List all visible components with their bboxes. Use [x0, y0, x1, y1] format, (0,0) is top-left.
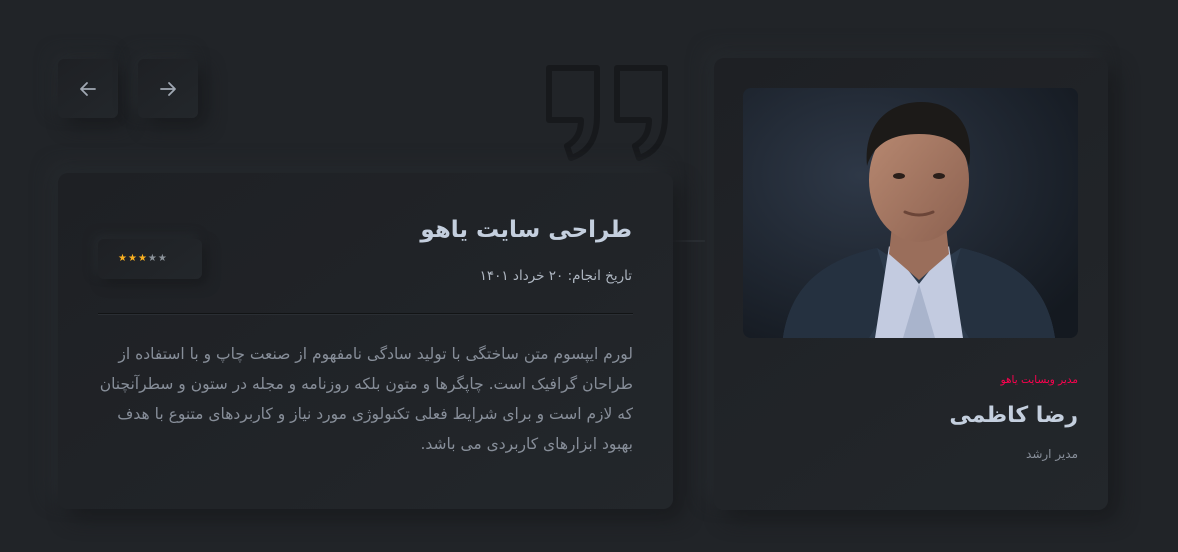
company-label: مدیر وبسایت یاهو [1000, 374, 1078, 386]
star-rating: ★ ★ ★ ★ ★ [98, 239, 202, 279]
star-icon: ★ [157, 253, 167, 264]
quote-icon [546, 65, 668, 161]
next-button[interactable] [138, 59, 198, 118]
person-name: رضا کاظمی [949, 403, 1078, 428]
testimonial-text: لورم ایپسوم متن ساختگی با تولید سادگی نا… [99, 345, 633, 453]
star-icon: ★ [118, 253, 127, 264]
testimonial-card: طراحی سایت یاهو تاریخ انجام: ۲۰ خرداد ۱۴… [58, 173, 673, 509]
person-photo [743, 88, 1078, 338]
star-icon: ★ [137, 253, 147, 264]
project-date: تاریخ انجام: ۲۰ خرداد ۱۴۰۱ [479, 268, 632, 284]
divider [98, 313, 633, 314]
arrow-left-icon [80, 81, 96, 96]
person-role: مدیر ارشد [1026, 447, 1078, 461]
star-icon: ★ [127, 253, 137, 264]
arrow-right-icon [160, 81, 176, 96]
profile-card: مدیر وبسایت یاهو رضا کاظمی مدیر ارشد [714, 58, 1108, 510]
star-icon: ★ [147, 253, 157, 264]
project-title: طراحی سایت یاهو [420, 217, 632, 243]
card-connector [673, 240, 705, 242]
prev-button[interactable] [58, 59, 118, 118]
